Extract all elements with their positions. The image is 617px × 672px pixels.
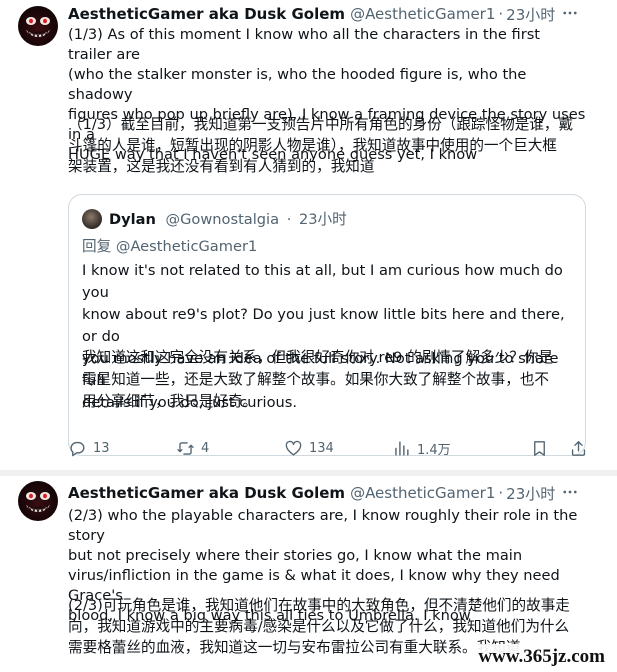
author-name[interactable]: AestheticGamer aka Dusk Golem (68, 5, 345, 23)
avatar[interactable] (18, 481, 58, 521)
author-handle[interactable]: @AestheticGamer1 (350, 5, 495, 23)
tweet-translation: （1/3）截至目前，我知道第一支预告片中所有角色的身份（跟踪怪物是谁，戴 斗篷的… (68, 116, 574, 175)
more-button[interactable] (561, 4, 579, 22)
reply-label: 回复 (82, 238, 112, 255)
author-handle[interactable]: @AestheticGamer1 (350, 484, 495, 502)
tweet-header: AestheticGamer aka Dusk Golem @Aesthetic… (68, 482, 555, 504)
view-count: 1.4万 (417, 442, 451, 458)
like-count: 134 (309, 440, 334, 456)
tweet[interactable]: AestheticGamer aka Dusk Golem @Aesthetic… (0, 0, 617, 476)
bookmark-icon[interactable] (530, 439, 549, 458)
action-bar: 13 4 134 1.4万 (68, 436, 588, 460)
timestamp[interactable]: 23小时 (506, 4, 555, 25)
repost-count: 4 (201, 440, 210, 456)
tweet-header: AestheticGamer aka Dusk Golem @Aesthetic… (68, 3, 555, 25)
reply-context: 回复 @AestheticGamer1 (82, 235, 257, 256)
quoted-avatar (82, 209, 102, 229)
heart-icon (285, 440, 302, 456)
more-dots-icon (563, 490, 577, 494)
reply-button[interactable]: 13 (68, 439, 176, 458)
timeline: AestheticGamer aka Dusk Golem @Aesthetic… (0, 0, 617, 672)
like-button[interactable]: 134 (284, 439, 392, 458)
author-name[interactable]: AestheticGamer aka Dusk Golem (68, 484, 345, 502)
separator-dot: · (498, 5, 504, 23)
more-button[interactable] (561, 483, 579, 501)
share-icon[interactable] (569, 439, 588, 458)
bar-chart-icon (395, 440, 409, 456)
quoted-header: Dylan @Gownostalgia · 23小时 (109, 208, 347, 229)
quoted-author-name: Dylan (109, 211, 156, 228)
timestamp[interactable]: 23小时 (506, 483, 555, 504)
quoted-author-handle: @Gownostalgia (165, 211, 280, 228)
repost-button[interactable]: 4 (176, 439, 284, 458)
reply-mention: @AestheticGamer1 (115, 238, 258, 255)
views-button[interactable]: 1.4万 (392, 439, 500, 458)
reply-bubble-icon (70, 441, 85, 456)
demon-face-icon (26, 492, 50, 514)
quoted-translation: 我知道这和这完全没有关系，但我很好奇你对 re9 的剧情了解多少？你是 零星知道… (82, 349, 554, 410)
quoted-tweet[interactable]: Dylan @Gownostalgia · 23小时 回复 @Aesthetic… (68, 194, 586, 456)
quoted-timestamp: 23小时 (298, 211, 347, 228)
demon-face-icon (26, 17, 50, 39)
separator-dot: · (498, 484, 504, 502)
reply-count: 13 (93, 440, 110, 456)
tweet-divider (0, 470, 617, 476)
more-dots-icon (563, 11, 577, 15)
tweet[interactable]: AestheticGamer aka Dusk Golem @Aesthetic… (0, 477, 617, 672)
separator-dot: · (286, 211, 292, 228)
avatar[interactable] (18, 6, 58, 46)
watermark: www.365jz.com (468, 644, 615, 670)
repost-arrows-icon (177, 441, 194, 455)
